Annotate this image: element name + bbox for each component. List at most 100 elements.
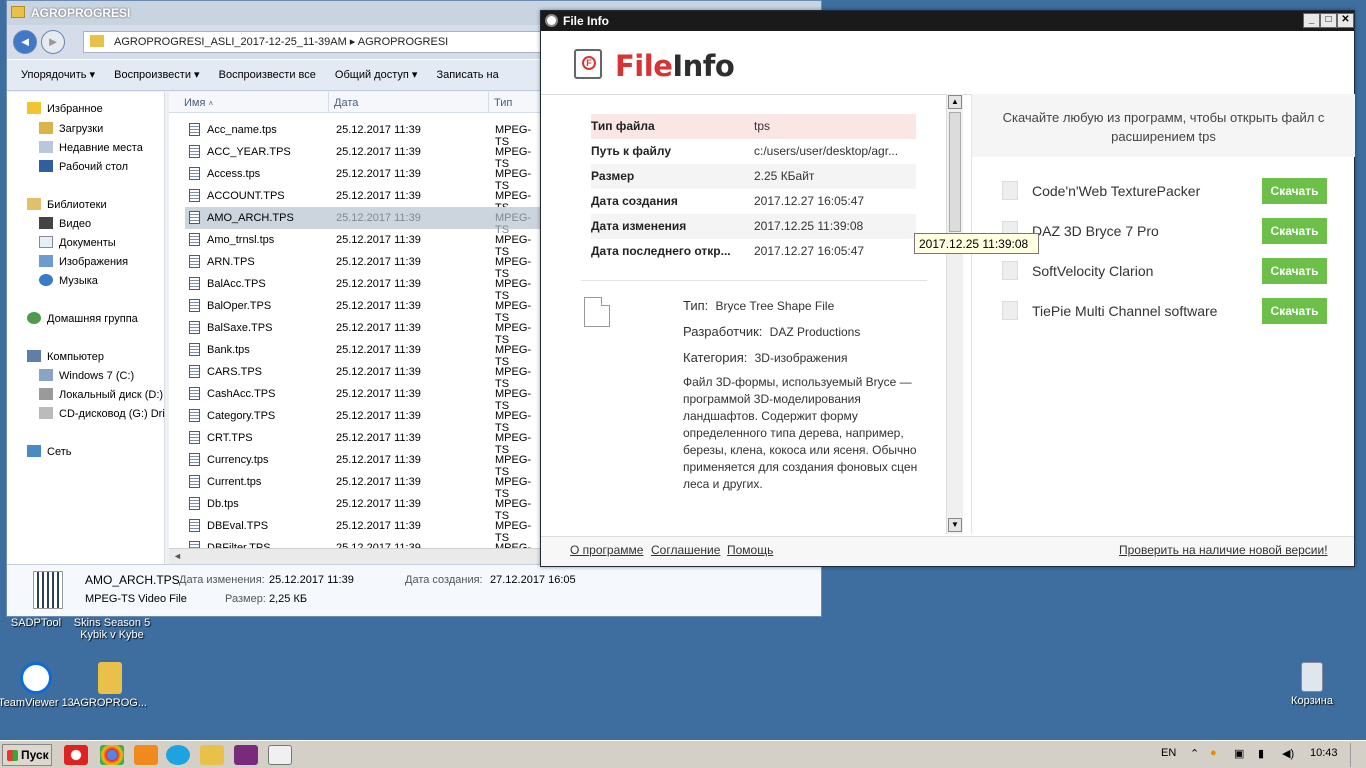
volume-icon[interactable]: ◀) — [1282, 747, 1294, 760]
file-row[interactable]: Acc_name.tps 25.12.2017 11:39 MPEG-TS — [185, 119, 541, 148]
back-button[interactable]: ◄ — [13, 30, 37, 54]
file-row[interactable]: DBEval.TPS 25.12.2017 11:39 MPEG-TS — [185, 515, 541, 544]
forward-button[interactable]: ► — [41, 30, 65, 54]
network-signal-icon[interactable]: ▮ — [1258, 747, 1264, 760]
play-all-button[interactable]: Воспроизвести все — [219, 69, 316, 81]
program-name: DAZ 3D Bryce 7 Pro — [1032, 223, 1159, 239]
category-value: 3D-изображения — [754, 351, 848, 365]
show-desktop-button[interactable] — [1350, 743, 1364, 767]
nav-drive-c[interactable]: Windows 7 (C:) — [39, 369, 134, 382]
program-file-icon — [1002, 261, 1018, 280]
winrar-icon[interactable] — [234, 745, 258, 765]
chrome-icon[interactable] — [100, 745, 124, 765]
file-row[interactable]: BalSaxe.TPS 25.12.2017 11:39 MPEG-TS — [185, 317, 541, 346]
explorer-taskbar-icon[interactable] — [200, 745, 224, 765]
about-link[interactable]: О программе — [570, 543, 643, 557]
language-indicator[interactable]: EN — [1161, 747, 1176, 759]
file-row[interactable]: CRT.TPS 25.12.2017 11:39 MPEG-TS — [185, 427, 541, 456]
nav-network[interactable]: Сеть — [27, 445, 71, 458]
file-row[interactable]: Category.TPS 25.12.2017 11:39 MPEG-TS — [185, 405, 541, 434]
file-row[interactable]: BalAcc.TPS 25.12.2017 11:39 MPEG-TS — [185, 273, 541, 302]
nav-libraries[interactable]: Библиотеки — [27, 198, 107, 211]
download-button[interactable]: Скачать — [1262, 298, 1327, 324]
desktop-icon-recycle-bin[interactable]: Корзина — [1272, 662, 1352, 707]
file-row[interactable]: Current.tps 25.12.2017 11:39 MPEG-TS — [185, 471, 541, 500]
desktop-icon-teamviewer[interactable]: TeamViewer 13 — [0, 662, 76, 709]
document-icon — [584, 297, 610, 327]
property-key: Путь к файлу — [591, 144, 672, 158]
address-bar[interactable]: AGROPROGRESI_ASLI_2017-12-25_11-39AM ▸ A… — [83, 31, 543, 53]
file-row[interactable]: Db.tps 25.12.2017 11:39 MPEG-TS — [185, 493, 541, 522]
fileinfo-window: File Info _ □ ✕ F FileInfo Тип файла tps … — [540, 10, 1355, 567]
nav-downloads[interactable]: Загрузки — [39, 122, 103, 135]
nav-recent[interactable]: Недавние места — [39, 141, 143, 154]
minimize-button[interactable]: _ — [1303, 13, 1320, 28]
drive-icon — [39, 388, 53, 400]
column-name[interactable]: Имя ˄ — [169, 92, 329, 113]
cd-drive-icon — [39, 407, 53, 419]
download-button[interactable]: Скачать — [1262, 258, 1327, 284]
file-date: 25.12.2017 11:39 — [336, 124, 421, 136]
nav-computer[interactable]: Компьютер — [27, 350, 104, 363]
nav-images[interactable]: Изображения — [39, 255, 128, 268]
file-row[interactable]: Amo_trnsl.tps 25.12.2017 11:39 MPEG-TS — [185, 229, 541, 258]
scroll-thumb[interactable] — [949, 112, 961, 232]
video-icon — [39, 217, 53, 229]
opera-icon[interactable] — [64, 745, 88, 765]
vertical-scrollbar[interactable]: ▲ ▼ — [946, 94, 963, 534]
file-row[interactable]: ARN.TPS 25.12.2017 11:39 MPEG-TS — [185, 251, 541, 280]
nav-favorites[interactable]: Избранное — [27, 102, 103, 115]
fileinfo-titlebar[interactable]: File Info _ □ ✕ — [541, 11, 1354, 31]
download-button[interactable]: Скачать — [1262, 218, 1327, 244]
desktop-icon-skins[interactable]: Skins Season 5 Kybik v Kybe — [72, 617, 152, 641]
file-list: Имя ˄ Дата Тип Acc_name.tps 25.12.2017 11… — [169, 92, 541, 564]
start-button[interactable]: Пуск — [2, 744, 52, 766]
column-type[interactable]: Тип — [489, 92, 541, 113]
maximize-button[interactable]: □ — [1320, 13, 1337, 28]
scroll-up-icon[interactable]: ▲ — [948, 95, 962, 109]
nav-desktop[interactable]: Рабочий стол — [39, 160, 128, 173]
file-row[interactable]: BalOper.TPS 25.12.2017 11:39 MPEG-TS — [185, 295, 541, 324]
show-hidden-icons-icon[interactable]: ⌃ — [1190, 747, 1199, 760]
details-modified: 25.12.2017 11:39 — [269, 574, 354, 586]
play-button[interactable]: Воспроизвести ▾ — [114, 69, 199, 81]
nav-music[interactable]: Музыка — [39, 274, 98, 287]
file-row[interactable]: CARS.TPS 25.12.2017 11:39 MPEG-TS — [185, 361, 541, 390]
nav-video[interactable]: Видео — [39, 217, 91, 230]
burn-button[interactable]: Записать на — [436, 69, 498, 81]
nav-label: Избранное — [47, 103, 103, 115]
file-row[interactable]: Bank.tps 25.12.2017 11:39 MPEG-TS — [185, 339, 541, 368]
file-row[interactable]: Currency.tps 25.12.2017 11:39 MPEG-TS — [185, 449, 541, 478]
organize-button[interactable]: Упорядочить ▾ — [21, 69, 95, 81]
nav-drive-g[interactable]: CD-дисковод (G:) Dri — [39, 407, 165, 420]
desktop-icon-agroprog[interactable]: AGROPROG... — [70, 662, 150, 709]
taskbar: Пуск EN ⌃ ● ▣ ▮ ◀) 10:43 — [0, 740, 1366, 768]
share-button[interactable]: Общий доступ ▾ — [335, 69, 417, 81]
property-row: Дата последнего откр... 2017.12.27 16:05:… — [591, 239, 916, 264]
column-date[interactable]: Дата — [329, 92, 489, 113]
nav-homegroup[interactable]: Домашняя группа — [27, 312, 138, 325]
agreement-link[interactable]: Соглашение — [651, 543, 720, 557]
file-row[interactable]: Access.tps 25.12.2017 11:39 MPEG-TS — [185, 163, 541, 192]
file-name: CRT.TPS — [207, 432, 253, 444]
clock[interactable]: 10:43 — [1310, 747, 1338, 759]
file-row[interactable]: ACC_YEAR.TPS 25.12.2017 11:39 MPEG-TS — [185, 141, 541, 170]
scroll-down-icon[interactable]: ▼ — [948, 518, 962, 532]
help-link[interactable]: Помощь — [727, 543, 773, 557]
file-row[interactable]: AMO_ARCH.TPS 25.12.2017 11:39 MPEG-TS — [185, 207, 541, 236]
avast-icon[interactable] — [134, 745, 158, 765]
avast-tray-icon[interactable]: ● — [1210, 747, 1217, 759]
device-tray-icon[interactable]: ▣ — [1234, 747, 1244, 760]
skype-icon[interactable] — [166, 745, 190, 765]
file-row[interactable]: CashAcc.TPS 25.12.2017 11:39 MPEG-TS — [185, 383, 541, 412]
check-updates-link[interactable]: Проверить на наличие новой версии! — [1119, 543, 1328, 557]
nav-drive-d[interactable]: Локальный диск (D:) — [39, 388, 163, 401]
download-button[interactable]: Скачать — [1262, 178, 1327, 204]
horizontal-scrollbar[interactable]: ◄ — [169, 548, 541, 564]
program-name: TiePie Multi Channel software — [1032, 303, 1218, 319]
fileinfo-taskbar-icon[interactable] — [268, 745, 292, 765]
close-button[interactable]: ✕ — [1337, 13, 1354, 28]
nav-documents[interactable]: Документы — [39, 236, 116, 249]
file-row[interactable]: ACCOUNT.TPS25.12.2017 11:39MPEG-TS — [185, 185, 541, 214]
desktop-icon-sadptool[interactable]: SADPTool — [0, 617, 76, 629]
